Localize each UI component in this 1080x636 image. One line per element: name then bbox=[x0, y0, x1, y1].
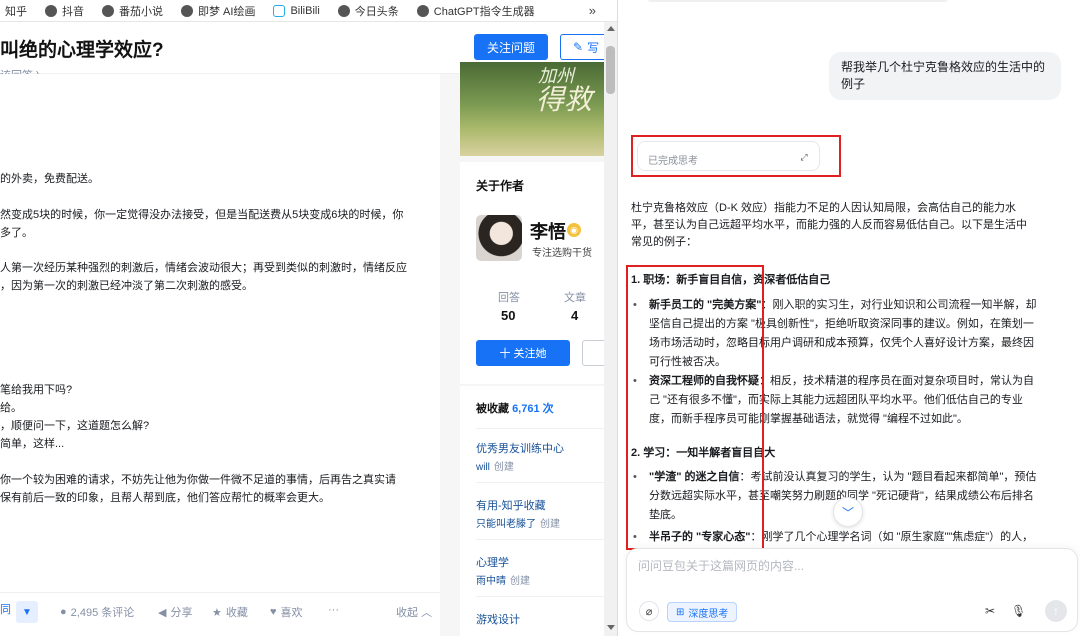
list-item: • 半吊子的 "专家心态"：刚学了几个心理学名词（如 "原生家庭""焦虑症"）的… bbox=[631, 528, 1061, 547]
user-message-bubble: 帮我举几个杜宁克鲁格效应的生活中的例子 bbox=[829, 52, 1061, 100]
scroll-to-bottom-button[interactable]: ﹀ bbox=[833, 497, 863, 527]
scroll-up-arrow-icon[interactable] bbox=[607, 26, 615, 31]
about-author-heading: 关于作者 bbox=[476, 179, 525, 193]
author-name[interactable]: 李悟 bbox=[530, 218, 566, 244]
globe-icon bbox=[102, 4, 114, 17]
expand-icon[interactable]: ⤢ bbox=[796, 149, 812, 165]
attach-icon[interactable]: ⌀ bbox=[639, 601, 659, 621]
collected-count: 被收藏 6,761 次 bbox=[476, 403, 554, 415]
bookmark-toutiao[interactable]: 今日头条 bbox=[337, 3, 399, 19]
globe-icon bbox=[337, 4, 350, 17]
answer-paragraph: 你一个较为困难的请求，不妨先让他为你做一件微不足道的事情，后再告之真实请 保有前… bbox=[0, 474, 396, 504]
bookmark-douyin[interactable]: 抖音 bbox=[45, 3, 84, 19]
divider bbox=[476, 482, 604, 483]
bookmarks-bar: 知乎 抖音 番茄小说 即梦 AI绘画 BiliBili 今日头条 ChatGPT… bbox=[0, 0, 618, 22]
divider bbox=[476, 428, 604, 429]
collection-owner[interactable]: will 创建 bbox=[476, 458, 514, 473]
previous-message-fragment bbox=[648, 0, 1028, 4]
follow-question-button[interactable]: 关注问题 bbox=[474, 34, 548, 60]
comment-icon: ● bbox=[60, 606, 67, 618]
collection-title[interactable]: 心理学 bbox=[476, 554, 509, 570]
answer-content: 的外卖，免费配送。 然变成5块的时候，你一定觉得没办法接受，但是当配送费从5块变… bbox=[0, 74, 440, 636]
collection-title[interactable]: 优秀男友训练中心 bbox=[476, 440, 564, 456]
answers-count[interactable]: 50 bbox=[501, 308, 515, 323]
globe-icon bbox=[45, 4, 57, 17]
answer-paragraph: 人第一次经历某种强烈的刺激后，情绪会波动很大；再受到类似的刺激时，情绪反应 ，因… bbox=[0, 262, 407, 292]
comments-button[interactable]: ● 2,495 条评论 bbox=[60, 604, 134, 620]
collapse-button[interactable]: 收起 ︿ bbox=[396, 604, 432, 620]
answers-label: 回答 bbox=[498, 292, 520, 304]
articles-label: 文章 bbox=[564, 292, 586, 304]
collection-owner[interactable]: 只能叫老滕了 创建 bbox=[476, 515, 560, 530]
answer-paragraph: 的外卖，免费配送。 bbox=[0, 173, 99, 185]
page-scrollbar[interactable] bbox=[604, 22, 617, 636]
bullet-icon: • bbox=[633, 375, 637, 387]
collection-owner[interactable]: 雨中晴 创建 bbox=[476, 572, 530, 587]
share-icon: ◀ bbox=[158, 606, 167, 619]
author-bio: 专注选购干货 bbox=[532, 248, 592, 259]
bullet-icon: • bbox=[633, 471, 637, 483]
chevron-down-icon: ﹀ bbox=[841, 505, 854, 520]
deep-think-icon: ⊞ bbox=[676, 606, 685, 618]
scrollbar-thumb[interactable] bbox=[606, 46, 615, 94]
scissors-icon[interactable]: ✂ bbox=[985, 604, 995, 618]
ai-chat-panel: 帮我举几个杜宁克鲁格效应的生活中的例子 已完成思考 ⤢ 杜宁克鲁格效应（D-K … bbox=[618, 0, 1080, 636]
microphone-icon[interactable]: 🎙 bbox=[1011, 604, 1026, 618]
thinking-status-card[interactable]: 已完成思考 ⤢ bbox=[637, 141, 820, 171]
section-heading: 2. 学习：一知半解者盲目自大 bbox=[631, 447, 776, 459]
divider bbox=[476, 596, 604, 597]
star-icon: ★ bbox=[212, 606, 222, 619]
bookmark-jimeng[interactable]: 即梦 AI绘画 bbox=[181, 3, 255, 19]
upvote-button[interactable]: 同 bbox=[0, 601, 11, 617]
list-item: • 资深工程师的自我怀疑：相反，技术精湛的程序员在面对复杂项目时，常认为自 己 … bbox=[631, 372, 1061, 429]
bookmarks-overflow-button[interactable]: » bbox=[589, 3, 596, 18]
bookmark-bilibili[interactable]: BiliBili bbox=[273, 4, 320, 17]
share-button[interactable]: ◀ 分享 bbox=[158, 604, 192, 620]
collection-title[interactable]: 游戏设计 bbox=[476, 611, 520, 627]
heart-icon: ♥ bbox=[270, 606, 277, 618]
screen: 知乎 抖音 番茄小说 即梦 AI绘画 BiliBili 今日头条 ChatGPT… bbox=[0, 0, 1080, 636]
collection-title[interactable]: 有用-知乎收藏 bbox=[476, 497, 546, 513]
answer-action-bar: 同 ▼ ● 2,495 条评论 ◀ 分享 ★ 收藏 ♥ 喜欢 ··· 收起 ︿ bbox=[0, 592, 440, 630]
pen-icon: ✎ bbox=[573, 40, 584, 54]
bookmark-chatgpt-prompt[interactable]: ChatGPT指令生成器 bbox=[416, 3, 535, 19]
verified-badge-icon: ◉ bbox=[567, 223, 581, 237]
chat-composer: 问问豆包关于这篇网页的内容... ⌀ ⊞ 深度思考 ✂ 🎙 ↑ bbox=[626, 548, 1078, 632]
answer-dialogue: 笔给我用下吗? 给。 ，顺便问一下，这道题怎么解? 简单，这样... bbox=[0, 384, 150, 450]
downvote-button[interactable]: ▼ bbox=[16, 601, 38, 623]
question-title: 叫绝的心理学效应? bbox=[0, 40, 164, 61]
arrow-up-icon: ↑ bbox=[1053, 604, 1059, 618]
chat-input[interactable]: 问问豆包关于这篇网页的内容... bbox=[638, 557, 804, 574]
avatar[interactable] bbox=[476, 215, 522, 261]
follow-author-button[interactable]: 十 关注她 bbox=[476, 340, 570, 366]
column-gap bbox=[440, 74, 460, 636]
globe-icon bbox=[181, 4, 193, 17]
list-item: • 新手员工的 "完美方案"：刚入职的实习生，对行业知识和公司流程一知半解，却 … bbox=[631, 296, 1061, 372]
scroll-down-arrow-icon[interactable] bbox=[607, 625, 615, 630]
globe-icon bbox=[416, 4, 429, 17]
deep-think-toggle[interactable]: ⊞ 深度思考 bbox=[667, 602, 738, 622]
answer-paragraph: 然变成5块的时候，你一定觉得没办法接受，但是当配送费从5块变成6块的时候，你 多… bbox=[0, 209, 404, 239]
like-button[interactable]: ♥ 喜欢 bbox=[270, 604, 303, 620]
bullet-icon: • bbox=[633, 531, 637, 543]
section-heading: 1. 职场：新手盲目自信，资深者低估自己 bbox=[631, 274, 831, 286]
bullet-icon: • bbox=[633, 299, 637, 311]
favorite-button[interactable]: ★ 收藏 bbox=[212, 604, 248, 620]
thinking-status-label: 已完成思考 bbox=[648, 156, 698, 167]
more-actions-button[interactable]: ··· bbox=[328, 604, 339, 616]
articles-count[interactable]: 4 bbox=[571, 308, 578, 323]
banner-image[interactable]: 加州 得救 bbox=[460, 62, 604, 156]
message-author-button[interactable] bbox=[582, 340, 604, 366]
sidebar: 加州 得救 关于作者 李悟 ◉ 专注选购干货 回答 50 文章 4 十 关注她 … bbox=[460, 62, 604, 636]
divider bbox=[476, 539, 604, 540]
bookmark-zhihu[interactable]: 知乎 bbox=[0, 3, 27, 19]
bilibili-icon bbox=[273, 4, 286, 17]
send-button[interactable]: ↑ bbox=[1045, 600, 1067, 622]
response-intro: 杜宁克鲁格效应（D-K 效应）指能力不足的人因认知局限，会高估自己的能力水 平，… bbox=[631, 202, 1027, 248]
bookmark-fanqie[interactable]: 番茄小说 bbox=[102, 3, 163, 19]
thinking-highlight-box: 已完成思考 ⤢ bbox=[631, 135, 841, 177]
